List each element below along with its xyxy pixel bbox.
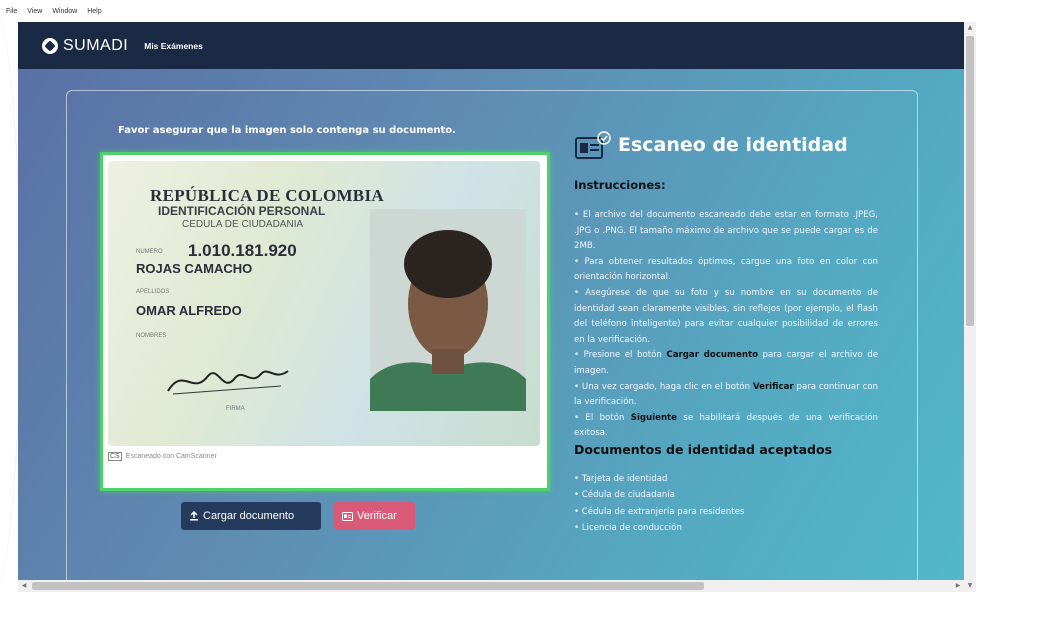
- menu-file[interactable]: File: [6, 8, 17, 22]
- top-navbar: SUMADI Mis Exámenes: [18, 22, 964, 69]
- accepted-docs-list: • Tarjeta de identidad • Cédula de ciuda…: [574, 471, 878, 537]
- identity-scan-icon: [575, 131, 611, 159]
- app-content: SUMADI Mis Exámenes Favor asegurar que l…: [18, 22, 964, 580]
- browser-window: SUMADI Mis Exámenes Favor asegurar que l…: [18, 22, 976, 592]
- card-number-label: NUMERO: [136, 249, 163, 255]
- instruction-item: • El botón Siguiente se habilitará despu…: [574, 412, 878, 439]
- scroll-down-icon[interactable]: ▼: [964, 580, 976, 592]
- verify-button[interactable]: Verificar: [334, 502, 415, 530]
- menu-bar: File View Window Help: [0, 8, 102, 22]
- card-names-label: NOMBRES: [136, 333, 167, 339]
- document-preview: REPÚBLICA DE COLOMBIA IDENTIFICACIÓN PER…: [100, 152, 550, 491]
- brand-name: SUMADI: [63, 36, 129, 54]
- camscanner-badge: CS: [108, 452, 122, 461]
- card-surname-label: APELLIDOS: [136, 289, 170, 295]
- menu-help[interactable]: Help: [87, 8, 101, 22]
- scroll-up-icon[interactable]: ▲: [964, 22, 976, 34]
- card-subtype: CEDULA DE CIUDADANIA: [182, 219, 304, 230]
- section-heading: Escaneo de identidad: [574, 130, 878, 160]
- horizontal-scroll-thumb[interactable]: [32, 582, 704, 590]
- menu-view[interactable]: View: [27, 8, 42, 22]
- instruction-item: • Presione el botón Cargar documento par…: [574, 350, 878, 376]
- scanner-watermark: CS Escaneado con CamScanner: [108, 452, 217, 461]
- verify-button-label: Verificar: [357, 510, 397, 522]
- scroll-right-icon[interactable]: ▶: [952, 580, 964, 592]
- signature-image: [167, 370, 289, 395]
- image-warning: Favor asegurar que la imagen solo conten…: [118, 125, 456, 136]
- id-card-icon: [342, 511, 353, 521]
- vertical-scroll-thumb[interactable]: [966, 36, 974, 326]
- list-item: • Licencia de conducción: [574, 523, 682, 534]
- list-item: • Cédula de extranjería para residentes: [574, 506, 745, 517]
- instruction-item: • El archivo del documento escaneado deb…: [574, 210, 878, 252]
- card-number: 1.010.181.920: [188, 241, 297, 260]
- instructions-list: • El archivo del documento escaneado deb…: [574, 208, 878, 442]
- card-type: IDENTIFICACIÓN PERSONAL: [158, 204, 326, 218]
- upload-document-button[interactable]: Cargar documento: [181, 502, 321, 530]
- vertical-scrollbar[interactable]: ▲ ▼: [964, 22, 976, 592]
- upload-button-label: Cargar documento: [203, 510, 295, 522]
- list-item: • Cédula de ciudadanía: [574, 490, 675, 501]
- person-photo-icon: [370, 209, 526, 411]
- page-title: Escaneo de identidad: [618, 134, 848, 156]
- horizontal-scrollbar[interactable]: ◀ ▶: [18, 580, 964, 592]
- menu-window[interactable]: Window: [52, 8, 77, 22]
- sumadi-logo[interactable]: SUMADI: [42, 37, 128, 55]
- id-photo: [370, 209, 526, 411]
- instructions-panel: Escaneo de identidad Instrucciones: • El…: [574, 130, 878, 537]
- scanner-text: Escaneado con CamScanner: [125, 453, 217, 460]
- id-card-image: REPÚBLICA DE COLOMBIA IDENTIFICACIÓN PER…: [108, 161, 540, 446]
- card-given-names: OMAR ALFREDO: [136, 303, 242, 318]
- list-item: • Tarjeta de identidad: [574, 473, 668, 484]
- nav-link-mis-examenes[interactable]: Mis Exámenes: [144, 41, 203, 51]
- instruction-item: • Asegúrese de que su foto y su nombre e…: [574, 287, 878, 345]
- instruction-item: • Una vez cargado, haga clic en el botón…: [574, 381, 878, 408]
- upload-icon: [190, 511, 198, 521]
- scroll-left-icon[interactable]: ◀: [18, 580, 30, 592]
- instruction-item: • Para obtener resultados óptimos, cargu…: [574, 256, 878, 283]
- card-signature-label: FIRMA: [226, 406, 245, 412]
- sumadi-logo-icon: [42, 37, 58, 54]
- instructions-heading: Instrucciones:: [574, 178, 666, 192]
- card-country: REPÚBLICA DE COLOMBIA: [150, 186, 384, 205]
- card-surname: ROJAS CAMACHO: [136, 261, 253, 276]
- accepted-docs-heading: Documentos de identidad aceptados: [574, 441, 833, 457]
